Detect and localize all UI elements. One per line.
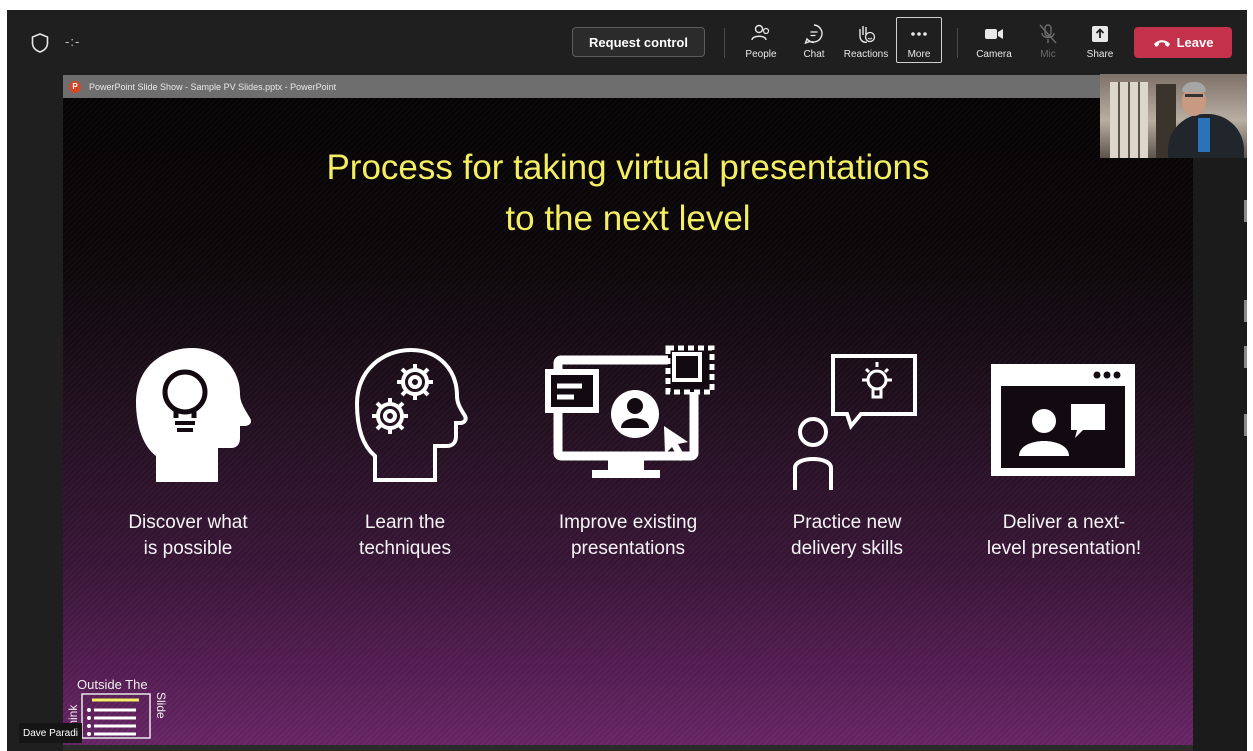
share-upload-icon (1092, 26, 1108, 42)
phone-hangup-icon (1153, 39, 1170, 47)
rail-marker (1244, 200, 1247, 222)
video-call-window-icon (991, 364, 1135, 476)
right-rail (1193, 98, 1247, 751)
more-dots-icon (911, 32, 927, 36)
powerpoint-icon: P (69, 80, 81, 93)
mic-button[interactable]: Mic (1035, 18, 1061, 66)
more-label: More (907, 49, 931, 60)
step-practice (737, 342, 957, 492)
teams-meeting-window: -:- Request control People Chat Reaction… (7, 10, 1247, 751)
step-discover-label: Discover what is possible (128, 512, 248, 559)
reactions-label: Reactions (843, 49, 889, 60)
hand-smile-icon (859, 26, 876, 43)
leave-button[interactable]: Leave (1134, 27, 1232, 58)
logo-right-text: Slide (154, 692, 168, 719)
camera-label: Camera (976, 49, 1012, 60)
step-improve (518, 342, 738, 482)
gears-head-icon (354, 347, 468, 482)
people-icon (751, 24, 770, 41)
rail-marker (1244, 300, 1247, 322)
rail-marker (1244, 346, 1247, 368)
slide-title: Process for taking virtual presentations… (63, 142, 1193, 244)
reactions-button[interactable]: Reactions (843, 18, 889, 66)
leave-label: Leave (1176, 35, 1214, 50)
participant-shirt-stripe (1198, 118, 1210, 152)
person-idea-icon (793, 354, 917, 490)
window-title: PowerPoint Slide Show - Sample PV Slides… (89, 81, 337, 92)
step-learn (295, 342, 515, 482)
slide-title-line-2: to the next level (505, 199, 751, 238)
people-label: People (745, 49, 777, 60)
logo-top-text: Outside The (77, 677, 148, 692)
step-deliver (954, 342, 1174, 482)
presenter-name-tag: Dave Paradi (19, 723, 83, 743)
meeting-timer: -:- (65, 34, 81, 49)
step-practice-label: Practice new delivery skills (791, 512, 903, 559)
self-view-video[interactable] (1100, 74, 1247, 158)
chat-icon (804, 24, 823, 45)
step-learn-label: Learn the techniques (359, 512, 451, 559)
step-improve-label: Improve existing presentations (558, 512, 698, 559)
toolbar-divider (724, 28, 725, 58)
step-deliver-label: Deliver a next- level presentation! (986, 512, 1142, 559)
slide-title-line-1: Process for taking virtual presentations (326, 148, 930, 187)
participant-hair (1182, 82, 1206, 92)
shield-icon[interactable] (31, 33, 49, 53)
participant-glasses (1185, 94, 1203, 97)
chat-label: Chat (803, 49, 825, 60)
toolbar-divider (957, 28, 958, 58)
rail-marker (1244, 414, 1247, 436)
request-control-button[interactable]: Request control (572, 27, 705, 57)
monitor-edit-icon (545, 345, 715, 478)
mic-label: Mic (1040, 49, 1056, 60)
video-background (1110, 82, 1148, 158)
slideshow-status-bar (63, 745, 1193, 751)
step-discover (78, 342, 298, 482)
shared-slide: Process for taking virtual presentations… (63, 98, 1193, 751)
camera-icon (985, 29, 1003, 39)
share-button[interactable]: Share (1085, 18, 1115, 66)
mic-off-icon (1039, 24, 1057, 44)
camera-button[interactable]: Camera (975, 18, 1013, 66)
powerpoint-title-bar: P PowerPoint Slide Show - Sample PV Slid… (63, 75, 1193, 98)
more-button[interactable]: More (896, 17, 942, 63)
lightbulb-head-icon (136, 348, 252, 482)
share-label: Share (1086, 49, 1114, 60)
meeting-toolbar: -:- Request control People Chat Reaction… (7, 10, 1247, 74)
people-button[interactable]: People (743, 18, 779, 66)
chat-button[interactable]: Chat (799, 18, 829, 66)
